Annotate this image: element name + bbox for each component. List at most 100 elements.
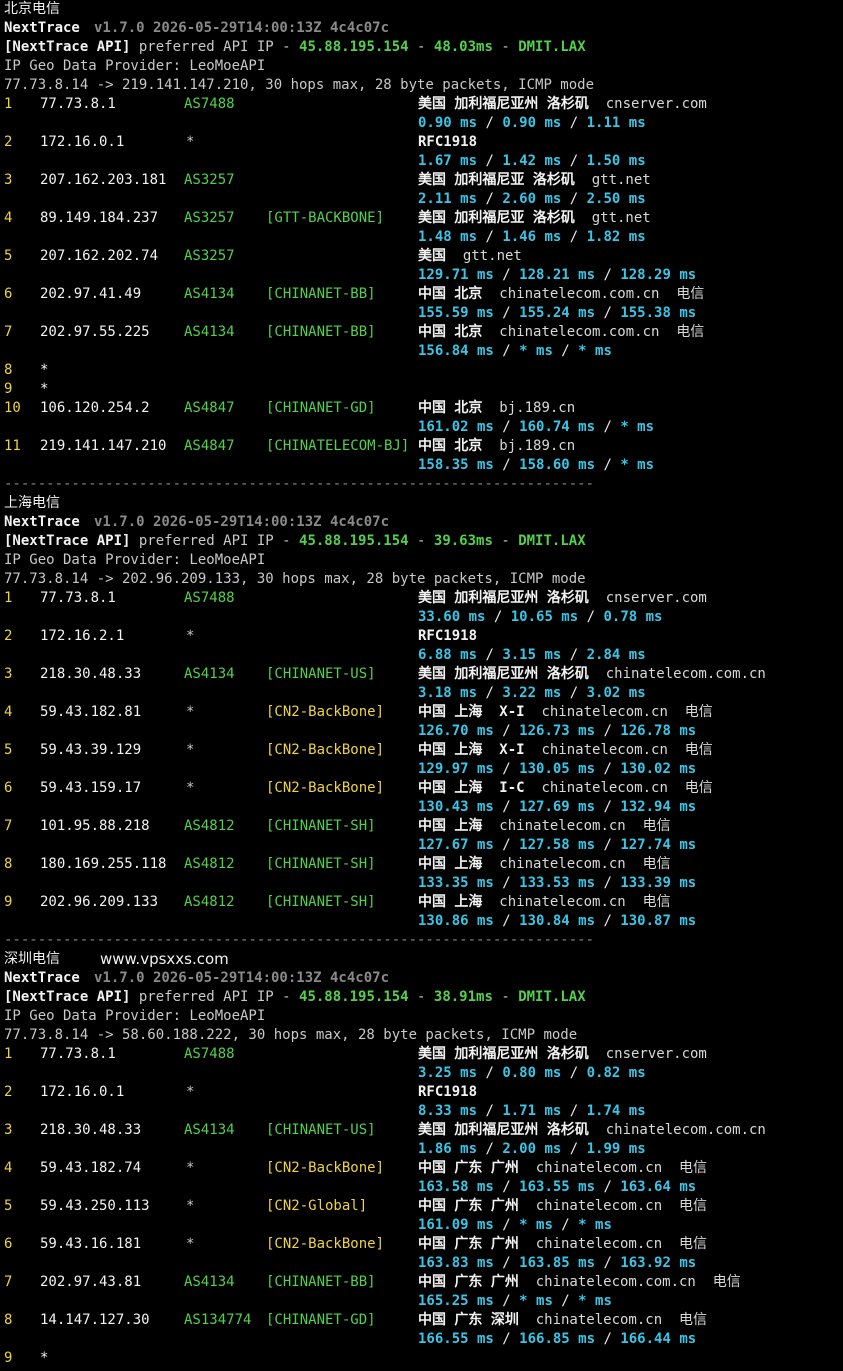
hop-ip: 77.73.8.1 xyxy=(40,590,116,606)
hop-rtt: 161.09 ms / * ms / * ms xyxy=(418,1217,612,1233)
hop-rtt: 1.48 ms / 1.46 ms / 1.82 ms xyxy=(418,229,646,245)
hop-network-tag: [CN2-BackBone] xyxy=(266,1160,385,1176)
hop-isp: 电信 xyxy=(679,1236,708,1252)
api-line: [NextTrace API] preferred API IP - 45.88… xyxy=(0,532,843,551)
hop-number: 6 xyxy=(4,1236,13,1252)
api-dash: - xyxy=(492,39,519,55)
hop-asn: AS4134 xyxy=(184,286,235,302)
hop-location: 中国 上海 xyxy=(418,818,483,834)
hop-location: 美国 加利福尼亚州 洛杉矶 xyxy=(418,1046,589,1062)
rtt-value: * ms xyxy=(578,1217,612,1233)
hop-rtt: 8.33 ms / 1.71 ms / 1.74 ms xyxy=(418,1103,646,1119)
hop-location: 中国 上海 I-C xyxy=(418,780,525,796)
rtt-value: 2.11 ms xyxy=(418,191,478,207)
hop-number: 2 xyxy=(4,1084,13,1100)
hop-asn: AS4847 xyxy=(184,438,235,454)
hop-geo: 美国 加利福尼亚州 洛杉矶 chinatelecom.com.cn xyxy=(418,665,766,684)
trace-header-line: 77.73.8.14 -> 58.60.188.222, 30 hops max… xyxy=(0,1026,843,1045)
hop-location: 中国 上海 xyxy=(418,894,483,910)
rtt-value: 0.90 ms xyxy=(502,115,562,131)
hop-rtt: 156.84 ms / * ms / * ms xyxy=(418,343,612,359)
hop-row: 10 106.120.254.2 AS4847 [CHINANET-GD] 中国 北京 … xyxy=(0,399,843,418)
trace-header-line: 77.73.8.14 -> 202.96.209.133, 30 hops ma… xyxy=(0,570,843,589)
rtt-value: 166.55 ms xyxy=(418,1331,494,1347)
hop-location: 中国 广东 广州 xyxy=(418,1274,519,1290)
hop-location: 中国 广东 广州 xyxy=(418,1160,519,1176)
api-dash: - xyxy=(492,989,519,1005)
api-ip: 45.88.195.154 xyxy=(299,533,409,549)
hop-number: 7 xyxy=(4,324,13,340)
app-name: NextTrace xyxy=(4,970,80,986)
hop-geo: RFC1918 xyxy=(418,1083,477,1102)
hop-hostname: chinatelecom.com.cn xyxy=(605,666,766,682)
hop-isp: 电信 xyxy=(684,704,713,720)
rtt-value: * ms xyxy=(620,419,655,435)
hop-row: 2 172.16.0.1 * RFC1918 xyxy=(0,133,843,152)
hop-asn: AS4847 xyxy=(184,400,235,416)
version-info: v1.7.0 2026-05-29T14:00:13Z 4c4c07c xyxy=(94,20,390,36)
geo-provider: IP Geo Data Provider: LeoMoeAPI xyxy=(4,552,266,568)
hop-geo: 中国 上海 X-I chinatelecom.cn 电信 xyxy=(418,741,713,760)
hop-rtt: 130.43 ms / 127.69 ms / 132.94 ms xyxy=(418,799,697,815)
hop-rtt-row: 129.71 ms / 128.21 ms / 128.29 ms xyxy=(0,266,843,285)
hop-rtt-row: 133.35 ms / 133.53 ms / 133.39 ms xyxy=(0,874,843,893)
rtt-value: 3.18 ms xyxy=(418,685,478,701)
section-separator: ----------------------------------------… xyxy=(4,476,595,492)
hop-network-tag: [GTT-BACKBONE] xyxy=(266,210,385,226)
rtt-value: 1.74 ms xyxy=(586,1103,646,1119)
hop-rtt-row: 129.97 ms / 130.05 ms / 130.02 ms xyxy=(0,760,843,779)
api-text: preferred API IP - xyxy=(130,39,300,55)
hop-row: 6 202.97.41.49 AS4134 [CHINANET-BB] 中国 北京 ch… xyxy=(0,285,843,304)
rtt-value: 3.25 ms xyxy=(418,1065,478,1081)
api-latency: 39.63ms xyxy=(433,533,493,549)
hop-number: 8 xyxy=(4,1312,13,1328)
hop-geo: 中国 北京 chinatelecom.com.cn 电信 xyxy=(418,285,704,304)
hop-network-tag: [CN2-Global] xyxy=(266,1198,368,1214)
hop-row: 8 14.147.127.30 AS134774 [CHINANET-GD] 中国 广东… xyxy=(0,1311,843,1330)
hop-ip: 101.95.88.218 xyxy=(40,818,150,834)
hop-rtt-row: 0.90 ms / 0.90 ms / 1.11 ms xyxy=(0,114,843,133)
rtt-value: 2.50 ms xyxy=(586,191,646,207)
version-line: NextTrace v1.7.0 2026-05-29T14:00:13Z 4c4… xyxy=(0,513,843,532)
hop-location: 中国 北京 xyxy=(418,324,483,340)
hop-number: 9 xyxy=(4,1350,13,1366)
hop-network-tag: [CHINANET-GD] xyxy=(266,1312,376,1328)
hop-ip: 202.97.55.225 xyxy=(40,324,150,340)
hop-number: 2 xyxy=(4,628,13,644)
hop-location: 美国 加利福尼亚州 洛杉矶 xyxy=(418,666,589,682)
hop-location: 中国 上海 X-I xyxy=(418,704,525,720)
hop-number: 1 xyxy=(4,590,13,606)
hop-geo: RFC1918 xyxy=(418,627,477,646)
geo-provider: IP Geo Data Provider: LeoMoeAPI xyxy=(4,1008,266,1024)
hop-isp: 电信 xyxy=(676,324,705,340)
hop-network-tag: [CHINANET-GD] xyxy=(266,400,376,416)
hop-ip: * xyxy=(40,362,49,378)
hop-network-tag: [CN2-BackBone] xyxy=(266,780,385,796)
rtt-value: 130.87 ms xyxy=(620,913,697,929)
rtt-value: * ms xyxy=(519,343,553,359)
hop-network-tag: [CHINANET-SH] xyxy=(266,818,376,834)
api-dash: - xyxy=(408,39,434,55)
hop-isp: 电信 xyxy=(679,1160,708,1176)
hop-location: 美国 加利福尼亚 洛杉矶 xyxy=(418,210,575,226)
hop-rtt: 0.90 ms / 0.90 ms / 1.11 ms xyxy=(418,115,646,131)
rtt-value: 130.86 ms xyxy=(418,913,494,929)
hop-hostname: gtt.net xyxy=(462,248,522,264)
hop-asn: AS4134 xyxy=(184,1274,235,1290)
rtt-value: 166.85 ms xyxy=(519,1331,596,1347)
hop-row: 7 101.95.88.218 AS4812 [CHINANET-SH] 中国 上海 c… xyxy=(0,817,843,836)
hop-asn: AS4812 xyxy=(184,894,235,910)
hop-ip: 202.96.209.133 xyxy=(40,894,159,910)
api-tag: [NextTrace API] xyxy=(4,533,131,549)
rtt-value: 128.29 ms xyxy=(620,267,697,283)
rtt-value: 133.39 ms xyxy=(620,875,697,891)
hop-ip: 59.43.39.129 xyxy=(40,742,142,758)
rtt-value: * ms xyxy=(519,1293,553,1309)
rtt-value: 6.88 ms xyxy=(418,647,478,663)
rtt-value: 127.69 ms xyxy=(519,799,596,815)
hop-network-tag: [CHINATELECOM-BJ] xyxy=(266,438,410,454)
hop-hostname: chinatelecom.cn xyxy=(541,704,668,720)
rtt-value: 3.15 ms xyxy=(502,647,562,663)
hop-row: 9 * xyxy=(0,380,843,399)
hop-location: 中国 北京 xyxy=(418,286,483,302)
